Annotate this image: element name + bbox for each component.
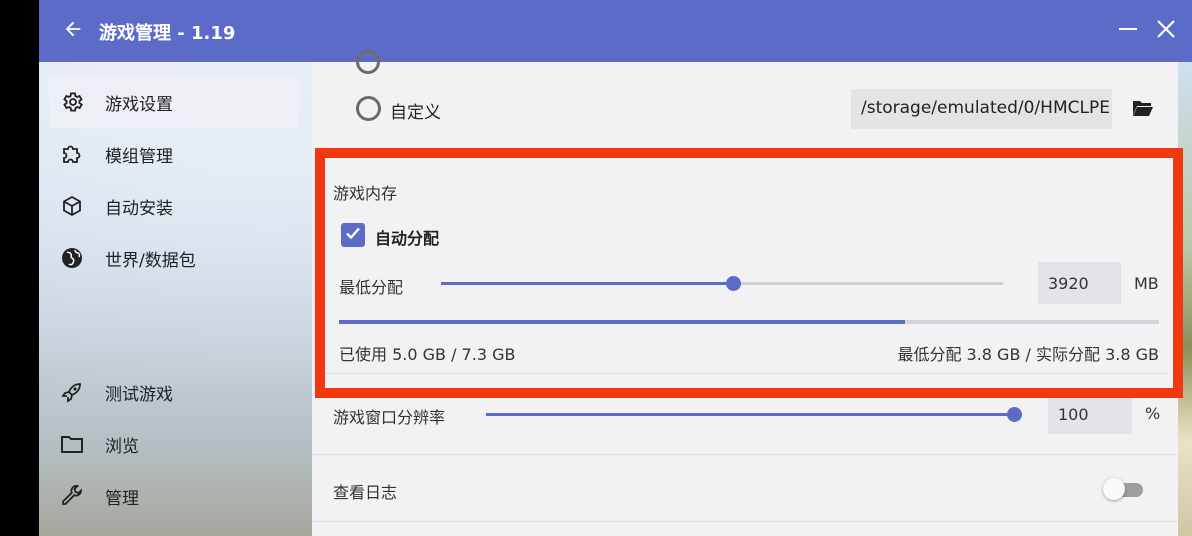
custom-directory-label: 自定义 bbox=[390, 103, 441, 123]
min-allocation-unit: MB bbox=[1134, 274, 1159, 293]
resolution-input[interactable]: 100 bbox=[1048, 394, 1132, 434]
sidebar-item-label: 浏览 bbox=[105, 436, 139, 457]
sidebar-item-auto-install[interactable]: 自动安装 bbox=[49, 180, 299, 232]
left-black-bar bbox=[0, 0, 39, 536]
folder-icon bbox=[59, 431, 85, 457]
resolution-unit: % bbox=[1145, 404, 1161, 423]
wrench-icon bbox=[59, 483, 85, 509]
resolution-slider-fill bbox=[486, 413, 1014, 416]
sidebar-item-label: 测试游戏 bbox=[105, 384, 173, 405]
custom-path-field[interactable]: /storage/emulated/0/HMCLPE bbox=[851, 89, 1112, 129]
title-bar: 游戏管理 - 1.19 bbox=[39, 0, 1192, 62]
toggle-thumb bbox=[1103, 478, 1125, 500]
settings-panel: 自定义 /storage/emulated/0/HMCLPE 游戏内存 自动分配… bbox=[312, 50, 1178, 536]
min-allocation-label: 最低分配 bbox=[339, 278, 404, 297]
sidebar-item-mod-management[interactable]: 模组管理 bbox=[49, 128, 299, 180]
radio-custom-directory[interactable] bbox=[356, 96, 381, 121]
sidebar-item-label: 游戏设置 bbox=[105, 94, 173, 115]
close-icon bbox=[1156, 19, 1176, 43]
sidebar-item-label: 模组管理 bbox=[105, 146, 173, 167]
minimize-button[interactable] bbox=[1115, 18, 1141, 44]
folder-open-button[interactable] bbox=[1132, 98, 1154, 118]
sidebar-item-worlds-datapacks[interactable]: 世界/数据包 bbox=[49, 232, 299, 284]
sidebar-item-label: 世界/数据包 bbox=[105, 250, 196, 271]
sidebar-item-browse[interactable]: 浏览 bbox=[49, 418, 299, 470]
close-button[interactable] bbox=[1153, 18, 1179, 44]
memory-section-label: 游戏内存 bbox=[333, 184, 398, 203]
divider bbox=[312, 150, 1178, 151]
auto-allocate-checkbox[interactable] bbox=[341, 223, 365, 247]
min-allocation-slider-thumb[interactable] bbox=[726, 276, 741, 291]
sidebar-item-game-settings[interactable]: 游戏设置 bbox=[49, 76, 299, 128]
memory-used-text: 已使用 5.0 GB / 7.3 GB bbox=[339, 345, 516, 364]
radio-default-directory[interactable] bbox=[356, 50, 380, 74]
show-log-toggle[interactable] bbox=[1103, 478, 1145, 500]
globe-icon bbox=[59, 245, 85, 271]
resolution-slider-thumb[interactable] bbox=[1007, 407, 1022, 422]
min-allocation-input[interactable]: 3920 bbox=[1038, 262, 1121, 304]
divider bbox=[312, 454, 1178, 455]
sidebar-item-label: 管理 bbox=[105, 488, 139, 509]
puzzle-icon bbox=[59, 141, 85, 167]
sidebar-item-label: 自动安装 bbox=[105, 198, 173, 219]
auto-allocate-label: 自动分配 bbox=[375, 229, 440, 248]
show-log-label: 查看日志 bbox=[333, 483, 398, 502]
cube-icon bbox=[59, 193, 85, 219]
gear-icon bbox=[59, 89, 85, 115]
arrow-left-icon bbox=[62, 18, 84, 44]
divider bbox=[322, 373, 1168, 374]
window-title: 游戏管理 - 1.19 bbox=[99, 23, 236, 44]
memory-usage-bar bbox=[339, 320, 1159, 324]
minimize-icon bbox=[1118, 19, 1138, 43]
background-scene-right bbox=[1178, 62, 1192, 536]
resolution-label: 游戏窗口分辨率 bbox=[333, 408, 446, 427]
resolution-slider[interactable] bbox=[486, 407, 1022, 422]
memory-allocation-text: 最低分配 3.8 GB / 实际分配 3.8 GB bbox=[897, 345, 1159, 364]
check-icon bbox=[344, 224, 362, 246]
sidebar-item-manage[interactable]: 管理 bbox=[49, 470, 299, 522]
sidebar: 游戏设置 模组管理 自动安装 世界/数据包 测试游戏 浏览 管理 bbox=[39, 62, 312, 536]
rocket-icon bbox=[59, 379, 85, 405]
divider bbox=[312, 521, 1178, 522]
memory-usage-bar-fill bbox=[339, 320, 905, 324]
min-allocation-slider[interactable] bbox=[441, 276, 1003, 291]
back-button[interactable] bbox=[59, 17, 87, 45]
sidebar-item-test-game[interactable]: 测试游戏 bbox=[49, 366, 299, 418]
min-allocation-slider-fill bbox=[441, 282, 733, 285]
folder-open-icon bbox=[1132, 101, 1154, 122]
